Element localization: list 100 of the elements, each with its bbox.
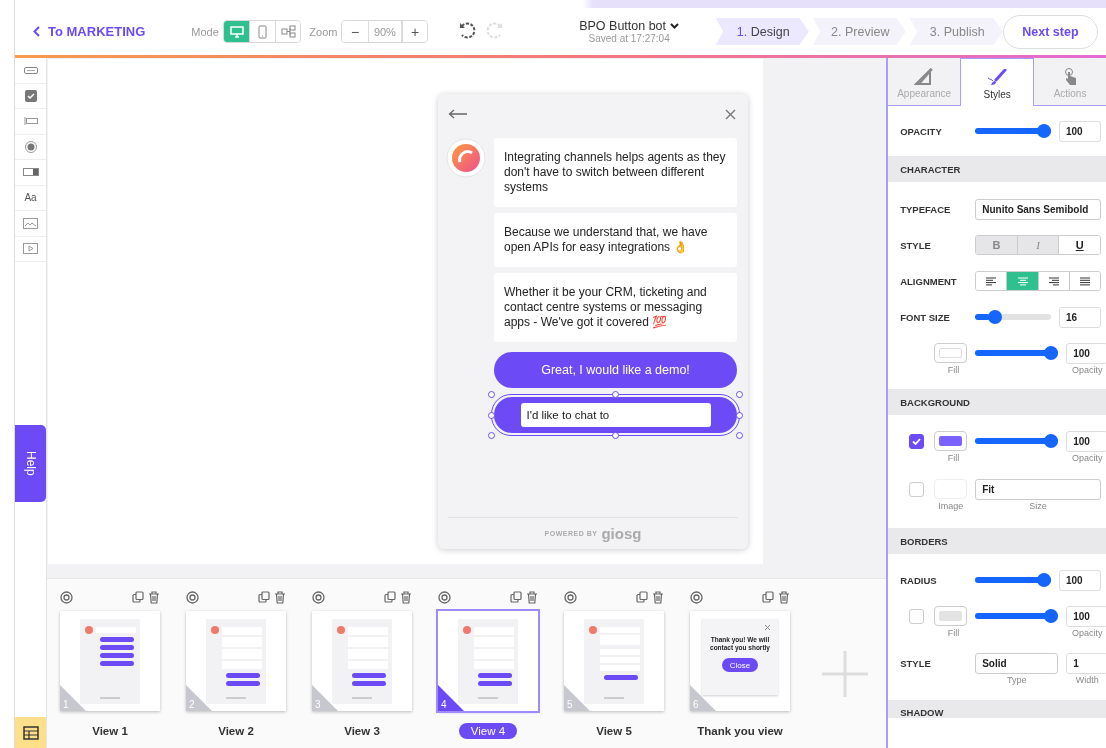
size-caption: Size	[1028, 501, 1048, 513]
target-icon[interactable]	[564, 590, 577, 604]
color-swatch[interactable]	[934, 343, 968, 363]
slider-thumb[interactable]	[1044, 434, 1059, 448]
close-icon	[765, 625, 770, 630]
duplicate-icon[interactable]	[636, 590, 648, 603]
opacity-slider[interactable]	[975, 124, 1051, 138]
target-icon[interactable]	[60, 590, 73, 604]
size-field[interactable]: Fit	[975, 478, 1101, 500]
zoom-value: 90%	[367, 21, 402, 42]
checkbox[interactable]	[909, 433, 925, 449]
resize-handle[interactable]	[612, 391, 619, 398]
view-label[interactable]: View 3	[332, 723, 392, 739]
checkbox-tool-icon[interactable]	[24, 89, 37, 102]
opacity-field[interactable]: 100	[1066, 430, 1106, 452]
trash-icon[interactable]	[274, 590, 286, 604]
trash-icon[interactable]	[526, 590, 538, 604]
input-tool-icon[interactable]	[23, 116, 38, 127]
resize-handle[interactable]	[736, 411, 743, 419]
color-swatch[interactable]	[934, 606, 968, 626]
alignment-button[interactable]	[1068, 272, 1100, 290]
view-label[interactable]: View 1	[80, 723, 140, 739]
resize-handle[interactable]	[488, 411, 495, 419]
opacity-field[interactable]: 100	[1066, 342, 1106, 364]
align-justify-icon	[1079, 276, 1090, 286]
brush-icon	[987, 69, 1008, 87]
align-center-icon	[1017, 276, 1028, 286]
video-tool-icon[interactable]	[23, 243, 38, 255]
border-type-field[interactable]: Solid	[975, 652, 1059, 674]
text-tool[interactable]: Aa	[24, 192, 37, 204]
radius-slider[interactable]	[975, 573, 1051, 587]
type-caption: Type	[1005, 675, 1028, 687]
resize-handle[interactable]	[736, 391, 743, 398]
view-thumbnail[interactable]: 4	[438, 611, 538, 711]
radio-tool-icon[interactable]	[24, 140, 37, 153]
next-step-button[interactable]: Next step	[1002, 14, 1098, 49]
dropdown-tool-icon[interactable]	[22, 168, 39, 177]
slider-thumb[interactable]	[1044, 609, 1059, 623]
color-swatch[interactable]	[934, 431, 968, 451]
opacity-field[interactable]: 100	[1059, 120, 1101, 142]
target-icon[interactable]	[690, 590, 703, 604]
duplicate-icon[interactable]	[384, 590, 396, 603]
view-number: 4	[441, 699, 447, 710]
project-title-dropdown[interactable]: BPO Button bot	[579, 19, 680, 33]
reply-input-field[interactable]: I'd like to chat to	[520, 403, 711, 427]
text-style-button[interactable]: U	[1058, 236, 1100, 254]
step-tab[interactable]: 1. Design	[715, 18, 809, 45]
duplicate-icon[interactable]	[258, 590, 270, 603]
duplicate-icon[interactable]	[762, 590, 774, 603]
opacity-slider[interactable]	[975, 609, 1059, 623]
slider-thumb[interactable]	[1037, 124, 1051, 138]
border-width-field[interactable]: 1	[1066, 652, 1106, 674]
view-label[interactable]: View 2	[206, 723, 266, 739]
back-arrow-icon[interactable]	[448, 109, 468, 119]
target-icon[interactable]	[438, 590, 451, 604]
opacity-field[interactable]: 100	[1066, 605, 1106, 627]
duplicate-icon[interactable]	[510, 590, 522, 603]
button-tool-icon[interactable]	[23, 66, 38, 74]
chat-message: Because we understand that, we have open APIs for easy integrations 👌	[494, 213, 737, 267]
resize-handle[interactable]	[736, 432, 743, 439]
view-label[interactable]: View 4	[458, 723, 518, 739]
alignment-label: ALIGNMENT	[900, 275, 958, 287]
typeface-field[interactable]: Nunito Sans Semibold	[975, 198, 1101, 220]
style-label: STYLE	[900, 239, 932, 251]
resize-handle[interactable]	[488, 391, 495, 398]
align-left-icon	[986, 276, 997, 286]
slider-thumb[interactable]	[1044, 346, 1059, 360]
target-icon[interactable]	[186, 590, 199, 604]
opacity-slider[interactable]	[975, 346, 1059, 360]
font-size-slider[interactable]	[975, 310, 1051, 324]
radius-field[interactable]: 100	[1059, 569, 1101, 591]
reply-button[interactable]: Great, I would like a demo!	[494, 352, 737, 388]
layout-icon[interactable]	[22, 725, 39, 740]
image-tool-icon[interactable]	[23, 217, 38, 229]
trash-icon[interactable]	[778, 590, 790, 604]
typeface-label: TYPEFACE	[900, 203, 952, 215]
close-icon[interactable]	[725, 108, 736, 120]
trash-icon[interactable]	[652, 590, 664, 604]
help-tab[interactable]: Help	[15, 425, 46, 502]
opacity-slider[interactable]	[975, 434, 1059, 448]
font-size-field[interactable]: 16	[1059, 306, 1101, 328]
view-label[interactable]: Thank you view	[685, 723, 795, 739]
reply-input-button[interactable]: I'd like to chat to	[494, 397, 737, 433]
fill-caption: Fill	[946, 365, 961, 377]
resize-handle[interactable]	[488, 432, 495, 439]
duplicate-icon[interactable]	[132, 590, 144, 603]
resize-handle[interactable]	[612, 432, 619, 439]
width-caption: Width	[1074, 675, 1100, 687]
zoom-in-button[interactable]: +	[401, 21, 428, 42]
section-header: BACKGROUND	[888, 389, 1106, 415]
slider-thumb[interactable]	[987, 310, 1002, 324]
view-label[interactable]: View 5	[584, 723, 644, 739]
target-icon[interactable]	[312, 590, 325, 604]
trash-icon[interactable]	[400, 590, 412, 604]
panel-tab[interactable]: Styles	[960, 58, 1035, 106]
slider-thumb[interactable]	[1037, 573, 1051, 587]
fill-caption: Fill	[946, 628, 961, 640]
flow-icon	[280, 25, 296, 38]
trash-icon[interactable]	[148, 590, 160, 604]
check-icon	[912, 437, 922, 445]
